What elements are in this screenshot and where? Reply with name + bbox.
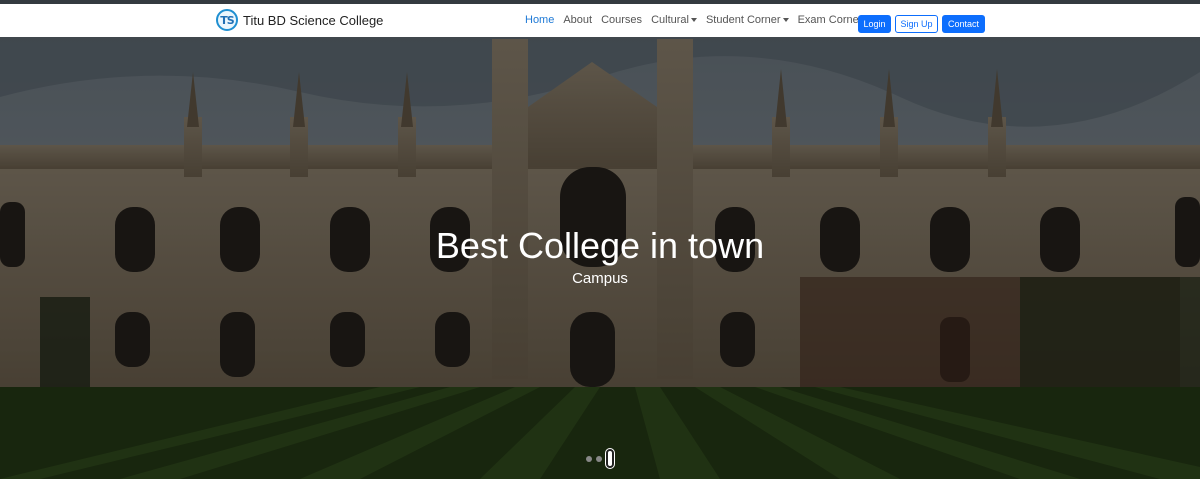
navbar: TS Titu BD Science College Home About Co…: [0, 4, 1200, 37]
carousel-indicator-1[interactable]: [586, 455, 592, 462]
nav-about[interactable]: About: [563, 14, 592, 26]
carousel-indicators: [586, 449, 614, 468]
hero-carousel: Best College in town Campus: [0, 37, 1200, 479]
nav-exam-corner-label: Exam Corner: [797, 14, 863, 26]
nav-cultural-label: Cultural: [651, 14, 689, 26]
contact-button[interactable]: Contact: [942, 15, 985, 33]
chevron-down-icon: [690, 18, 697, 23]
sign-up-button[interactable]: Sign Up: [895, 15, 938, 33]
brand[interactable]: TS Titu BD Science College: [216, 8, 383, 32]
nav-student-corner-label: Student Corner: [705, 14, 781, 26]
login-button[interactable]: Login: [858, 15, 891, 33]
chevron-down-icon: [782, 18, 789, 23]
nav-cultural-dropdown[interactable]: Cultural: [651, 14, 697, 26]
nav-links: Home About Courses Cultural Student Corn…: [525, 12, 879, 28]
carousel-indicator-3[interactable]: [606, 449, 614, 468]
logo-text: TS: [220, 13, 234, 27]
nav-home[interactable]: Home: [525, 14, 554, 26]
carousel-caption-subtitle: Campus: [572, 270, 628, 287]
brand-name[interactable]: Titu BD Science College: [243, 13, 383, 28]
carousel-caption-title: Best College in town: [435, 225, 765, 266]
nav-student-corner-dropdown[interactable]: Student Corner: [706, 14, 789, 26]
nav-courses[interactable]: Courses: [601, 14, 642, 26]
college-logo-icon: TS: [216, 9, 238, 31]
carousel-indicator-2[interactable]: [596, 455, 602, 462]
